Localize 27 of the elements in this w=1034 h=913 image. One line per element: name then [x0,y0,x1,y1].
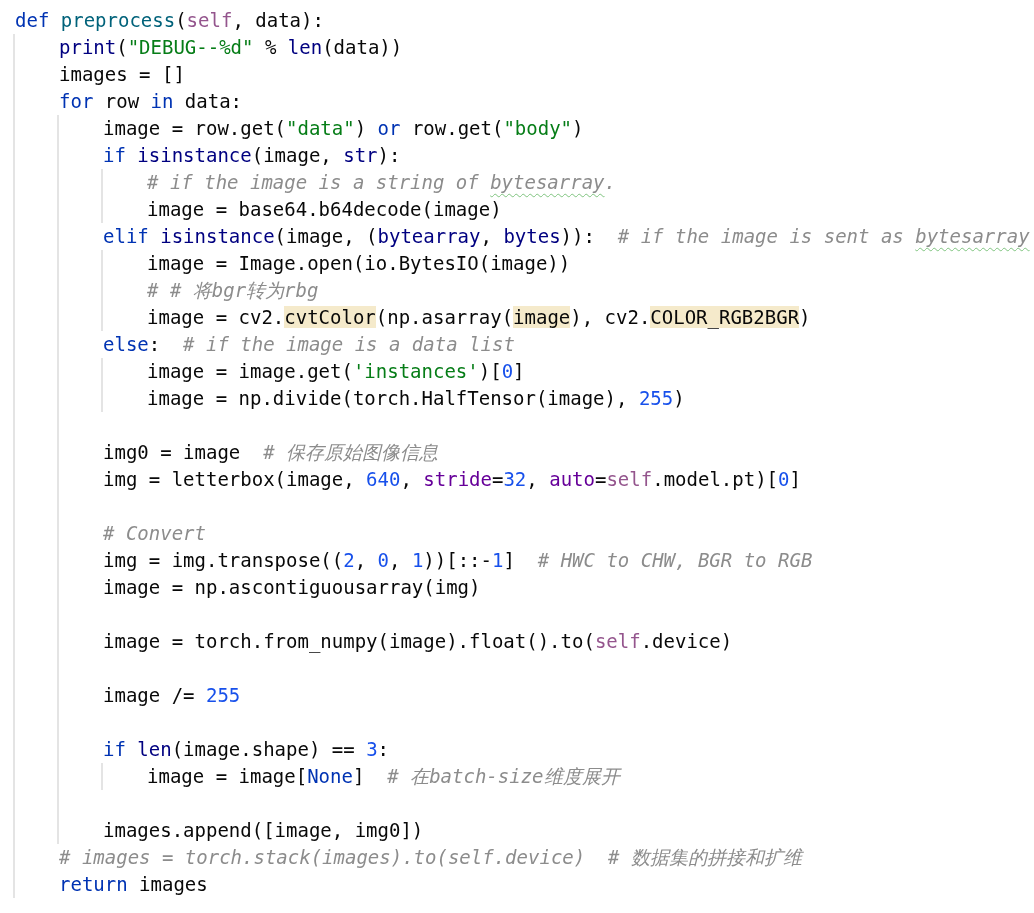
code-line: image /= 255 [103,683,241,708]
code-line: image = torch.from_numpy(image).float().to(self.device) [103,629,733,655]
code-line: # if the image is a string of bytesarray. [147,170,616,195]
code-line: images = [] [59,62,185,87]
code-line: if isinstance(image, str): [103,143,401,168]
code-line: image = image[None] # 在batch-size维度展开 [147,764,620,789]
code-line: print("DEBUG--%d" % len(data)) [59,35,403,60]
code-line: img = letterbox(image, 640, stride=32, auto=self.model.pt)[0] [103,467,801,492]
code-line: img = img.transpose((2, 0, 1))[::-1] # HWC to CHW, BGR to RGB [103,548,813,573]
code-line: # images = torch.stack(images).to(self.device) # 数据集的拼接和扩维 [59,845,802,870]
code-line: # # 将bgr转为rbg [147,278,319,303]
code-line: elif isinstance(image, (bytearray, bytes)): # if the image is sent as bytesarray [103,224,1030,249]
code-line: image = row.get("data") or row.get("body") [103,116,584,141]
code-line: img0 = image # 保存原始图像信息 [103,440,439,465]
code-line: image = np.divide(torch.HalfTensor(image), 255) [147,386,685,411]
code-line: # Convert [103,521,206,546]
code-line: images.append([image, img0]) [103,818,424,843]
code-line: def preprocess(self, data): [15,8,324,33]
code-line: else: # if the image is a data list [103,332,515,357]
code-line: return images [59,872,208,897]
code-line: if len(image.shape) == 3: [103,737,390,762]
code-line: for row in data: [59,89,243,114]
code-line: image = cv2.cvtColor(np.asarray(image), cv2.COLOR_RGB2BGR) [147,305,811,331]
code-line: image = np.ascontiguousarray(img) [103,575,481,600]
code-line: image = base64.b64decode(image) [147,197,502,222]
code-line: image = Image.open(io.BytesIO(image)) [147,251,571,276]
code-line: image = image.get('instances')[0] [147,359,525,384]
